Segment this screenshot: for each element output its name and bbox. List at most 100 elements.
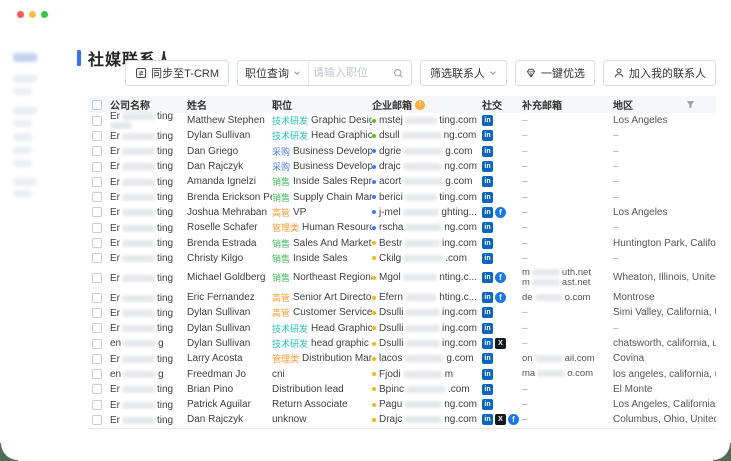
table-row[interactable]: eng Freedman Jo cni Fjodim in mao.com lo… bbox=[88, 366, 716, 381]
blurred-text bbox=[122, 275, 155, 282]
contact-name: Amanda Ignelzi bbox=[187, 176, 272, 187]
position-cell: 技术研发 head graphic design... bbox=[272, 337, 372, 350]
linkedin-icon[interactable]: in bbox=[482, 369, 493, 380]
table-row[interactable]: eng Dylan Sullivan 技术研发 head graphic des… bbox=[88, 336, 716, 351]
row-checkbox[interactable] bbox=[92, 253, 102, 263]
table-row[interactable]: Erting Brenda Erickson Pe 销售 Supply Chai… bbox=[88, 189, 716, 204]
row-checkbox[interactable] bbox=[92, 400, 102, 410]
region-filter-icon[interactable] bbox=[686, 100, 695, 109]
linkedin-icon[interactable]: in bbox=[482, 253, 493, 264]
linkedin-icon[interactable]: in bbox=[482, 338, 493, 349]
linkedin-icon[interactable]: in bbox=[482, 384, 493, 395]
table-row[interactable]: Erting Michael Goldberg 销售 Northeast Reg… bbox=[88, 266, 716, 290]
table-row[interactable]: Erting Amanda Ignelzi 销售 Inside Sales Re… bbox=[88, 174, 716, 189]
row-checkbox[interactable] bbox=[92, 192, 102, 202]
row-checkbox[interactable] bbox=[92, 116, 102, 126]
email-status-dot bbox=[372, 342, 376, 346]
linkedin-icon[interactable]: in bbox=[482, 130, 493, 141]
social-cell: inf bbox=[482, 207, 522, 218]
position-query-dropdown[interactable]: 职位查询 bbox=[238, 61, 309, 85]
table-row[interactable]: Erting Dan Rajczyk 采购 Business Developme… bbox=[88, 159, 716, 174]
table-row[interactable]: Erting Brenda Estrada 销售 Sales And Marke… bbox=[88, 235, 716, 250]
position-tag: 技术研发 bbox=[272, 114, 308, 127]
table-row[interactable]: Erting Dan Griego 采购 Business Developmen… bbox=[88, 144, 716, 159]
company-cell: Erting bbox=[110, 384, 187, 394]
optimize-button[interactable]: 一键优选 bbox=[515, 60, 595, 86]
row-checkbox[interactable] bbox=[92, 384, 102, 394]
row-checkbox[interactable] bbox=[92, 323, 102, 333]
row-checkbox[interactable] bbox=[92, 415, 102, 425]
linkedin-icon[interactable]: in bbox=[482, 207, 493, 218]
linkedin-icon[interactable]: in bbox=[482, 353, 493, 364]
table-row[interactable]: Erting Roselle Schafer 管理类 Human Resourc… bbox=[88, 220, 716, 235]
table-row[interactable]: Erting Dylan Sullivan 高管 Customer Servic… bbox=[88, 305, 716, 320]
blurred-text bbox=[402, 132, 442, 139]
table-row[interactable]: Erting Joshua Mehraban 高管 VP j-melghting… bbox=[88, 205, 716, 220]
linkedin-icon[interactable]: in bbox=[482, 238, 493, 249]
supp-email-cell: – bbox=[522, 238, 613, 249]
email-cell: lacosg.com bbox=[372, 353, 482, 364]
facebook-icon[interactable]: f bbox=[508, 414, 519, 425]
linkedin-icon[interactable]: in bbox=[482, 307, 493, 318]
row-checkbox[interactable] bbox=[92, 238, 102, 248]
add-contacts-button[interactable]: 加入我的联系人 bbox=[603, 60, 716, 86]
email-cell: Drajcng.com bbox=[372, 414, 482, 425]
row-checkbox[interactable] bbox=[92, 369, 102, 379]
table-row[interactable]: Erting Eric Fernandez 高管 Senior Art Dire… bbox=[88, 290, 716, 305]
linkedin-icon[interactable]: in bbox=[482, 272, 493, 283]
position-cell: 管理类 Distribution Manager bbox=[272, 352, 372, 365]
sidebar-skeleton-item bbox=[13, 190, 32, 197]
select-all-checkbox[interactable] bbox=[92, 100, 102, 110]
linkedin-icon[interactable]: in bbox=[482, 146, 493, 157]
email-status-dot bbox=[372, 403, 376, 407]
position-cell: 销售 Inside Sales bbox=[272, 252, 372, 265]
row-checkbox[interactable] bbox=[92, 273, 102, 283]
table-row[interactable]: Erting Brian Pino Distribution lead Bpin… bbox=[88, 382, 716, 397]
linkedin-icon[interactable]: in bbox=[482, 222, 493, 233]
linkedin-icon[interactable]: in bbox=[482, 176, 493, 187]
sync-crm-button[interactable]: 同步至T-CRM bbox=[125, 60, 229, 86]
table-row[interactable]: Erting Dylan Sullivan 技术研发 Head Graphic … bbox=[88, 128, 716, 143]
row-checkbox[interactable] bbox=[92, 223, 102, 233]
row-checkbox[interactable] bbox=[92, 162, 102, 172]
position-search-input[interactable] bbox=[309, 67, 393, 79]
row-checkbox[interactable] bbox=[92, 354, 102, 364]
table-row[interactable]: Erting Dan Rajczyk unknow Drajcng.com in… bbox=[88, 412, 716, 427]
row-checkbox[interactable] bbox=[92, 339, 102, 349]
filter-contacts-button[interactable]: 筛选联系人 bbox=[420, 60, 507, 86]
row-checkbox[interactable] bbox=[92, 308, 102, 318]
position-tag: 销售 bbox=[272, 191, 290, 204]
table-row[interactable]: Erting Christy Kilgo 销售 Inside Sales Cki… bbox=[88, 251, 716, 266]
contact-name: Michael Goldberg bbox=[187, 272, 272, 283]
x-icon[interactable]: X bbox=[495, 414, 506, 425]
position-search-group: 职位查询 bbox=[237, 60, 412, 86]
social-cell: inf bbox=[482, 272, 522, 283]
table-row[interactable]: Erting Matthew Stephen 技术研发 Graphic Desi… bbox=[88, 113, 716, 128]
facebook-icon[interactable]: f bbox=[495, 292, 506, 303]
window: 社媒联系人 同步至T-CRM 职位查询 bbox=[0, 0, 731, 461]
row-checkbox[interactable] bbox=[92, 146, 102, 156]
table-row[interactable]: Erting Dylan Sullivan 技术研发 Head Graphic … bbox=[88, 321, 716, 336]
social-cell: in bbox=[482, 323, 522, 334]
blurred-text bbox=[122, 310, 155, 317]
facebook-icon[interactable]: f bbox=[495, 207, 506, 218]
blurred-text bbox=[403, 148, 443, 155]
contact-name: Dan Rajczyk bbox=[187, 414, 272, 425]
table-row[interactable]: Erting Patrick Aguilar Return Associate … bbox=[88, 397, 716, 412]
linkedin-icon[interactable]: in bbox=[482, 292, 493, 303]
row-checkbox[interactable] bbox=[92, 207, 102, 217]
row-checkbox[interactable] bbox=[92, 177, 102, 187]
linkedin-icon[interactable]: in bbox=[482, 115, 493, 126]
table-row[interactable]: Erting Larry Acosta 管理类 Distribution Man… bbox=[88, 351, 716, 366]
facebook-icon[interactable]: f bbox=[495, 272, 506, 283]
row-checkbox[interactable] bbox=[92, 131, 102, 141]
email-info-icon[interactable]: ! bbox=[415, 100, 425, 110]
linkedin-icon[interactable]: in bbox=[482, 399, 493, 410]
linkedin-icon[interactable]: in bbox=[482, 323, 493, 334]
linkedin-icon[interactable]: in bbox=[482, 161, 493, 172]
linkedin-icon[interactable]: in bbox=[482, 192, 493, 203]
linkedin-icon[interactable]: in bbox=[482, 414, 493, 425]
position-cell: 管理类 Human Resources Ma... bbox=[272, 221, 372, 234]
row-checkbox[interactable] bbox=[92, 293, 102, 303]
x-icon[interactable]: X bbox=[495, 338, 506, 349]
